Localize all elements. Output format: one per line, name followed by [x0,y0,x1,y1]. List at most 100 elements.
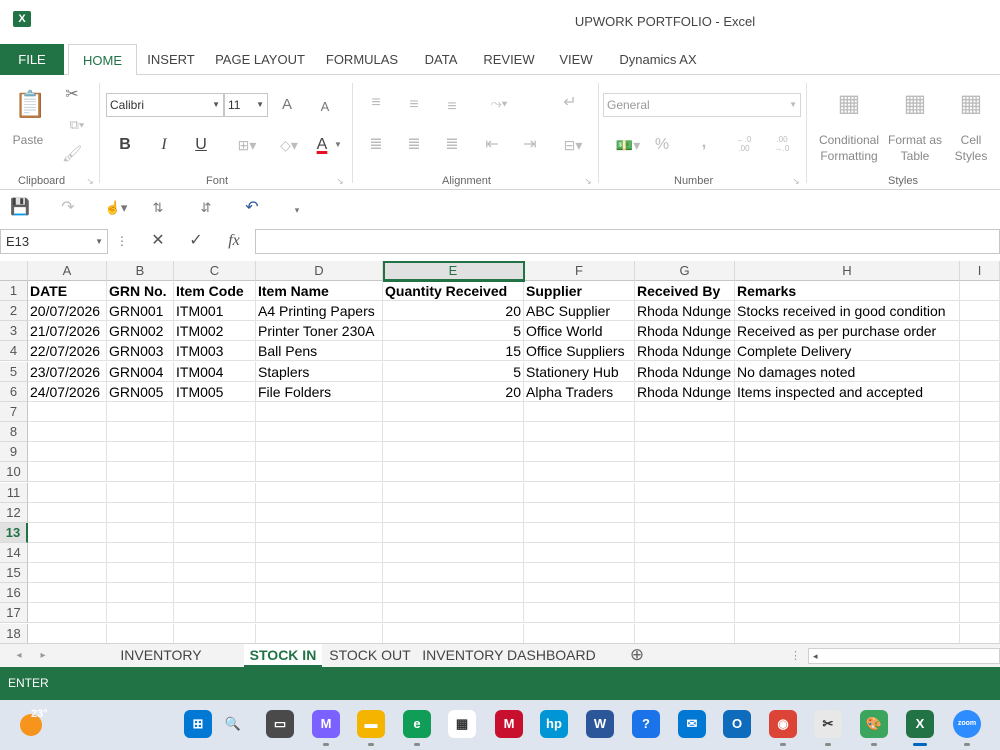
table-cell[interactable]: Rhoda Ndunge [635,382,735,402]
row-header-6[interactable]: 6 [0,382,28,402]
table-cell[interactable] [28,603,107,623]
table-cell[interactable]: A4 Printing Papers [256,301,383,321]
bold-button[interactable]: B [116,135,134,155]
task-view-icon[interactable]: ▭ [266,710,294,738]
table-cell[interactable] [960,281,1000,301]
table-cell[interactable] [960,462,1000,482]
align-left-icon[interactable]: ≣ [366,135,386,155]
table-cell[interactable] [107,603,174,623]
insert-function-button[interactable]: fx [224,231,244,251]
tab-data[interactable]: DATA [416,44,466,75]
table-cell[interactable] [735,422,960,442]
table-cell[interactable] [383,442,524,462]
table-cell[interactable] [174,603,256,623]
table-cell[interactable] [383,583,524,603]
table-cell[interactable] [960,603,1000,623]
row-header-15[interactable]: 15 [0,563,28,583]
row-header-18[interactable]: 18 [0,624,28,643]
m365-copilot-icon[interactable]: M [312,710,340,738]
conditional-formatting-button[interactable]: Conditional Formatting [812,132,886,164]
merge-center-icon[interactable]: ⊟▾ [556,135,590,155]
table-cell[interactable]: GRN002 [107,321,174,341]
table-cell[interactable] [524,523,635,543]
table-cell[interactable] [735,583,960,603]
search-icon[interactable]: 🔍 [219,710,247,738]
row-header-13[interactable]: 13 [0,523,28,543]
table-cell[interactable] [635,462,735,482]
table-cell[interactable] [735,442,960,462]
table-cell[interactable]: 24/07/2026 [28,382,107,402]
row-header-12[interactable]: 12 [0,503,28,523]
table-cell[interactable] [256,483,383,503]
table-cell[interactable]: GRN003 [107,341,174,361]
shrink-font-icon[interactable]: A [316,97,334,117]
format-as-table-button[interactable]: Format as Table [884,132,946,164]
table-cell[interactable]: 23/07/2026 [28,362,107,382]
decrease-decimal-button[interactable]: .00 →.0 [770,135,794,153]
microsoft-store-icon[interactable]: ▦ [448,710,476,738]
table-cell[interactable] [383,402,524,422]
table-cell[interactable] [107,583,174,603]
table-cell[interactable] [960,362,1000,382]
chrome-icon[interactable]: ◉ [769,710,797,738]
table-cell[interactable]: ITM004 [174,362,256,382]
table-cell[interactable]: Staplers [256,362,383,382]
table-cell[interactable]: Ball Pens [256,341,383,361]
table-cell[interactable] [28,624,107,643]
add-sheet-button[interactable]: ⊕ [626,645,648,665]
table-cell[interactable] [635,503,735,523]
table-cell[interactable] [735,402,960,422]
select-all-corner[interactable] [0,261,28,281]
table-cell[interactable]: No damages noted [735,362,960,382]
table-cell[interactable] [256,503,383,523]
file-explorer-icon[interactable]: ▬ [357,710,385,738]
cell-styles-button[interactable]: Cell Styles [946,132,996,164]
table-cell[interactable] [383,543,524,563]
table-cell[interactable]: 20/07/2026 [28,301,107,321]
table-cell[interactable] [174,483,256,503]
redo-icon[interactable]: ↷ [58,198,78,218]
table-cell[interactable]: ITM001 [174,301,256,321]
table-cell[interactable] [960,341,1000,361]
chevron-down-icon[interactable]: ▼ [333,135,343,155]
table-cell[interactable]: Stocks received in good condition [735,301,960,321]
table-cell[interactable] [107,442,174,462]
table-cell[interactable] [28,402,107,422]
table-cell[interactable] [960,402,1000,422]
number-format-select[interactable]: General ▼ [603,93,801,117]
row-header-7[interactable]: 7 [0,402,28,422]
accounting-format-icon[interactable]: 💵▾ [610,135,646,155]
cancel-entry-button[interactable]: ✕ [148,231,168,251]
table-cell[interactable] [256,563,383,583]
table-cell[interactable] [28,543,107,563]
table-cell[interactable]: 20 [383,301,524,321]
fill-color-icon[interactable]: ◇▾ [274,135,304,155]
italic-button[interactable]: I [155,135,173,155]
increase-indent-icon[interactable]: ⇥ [520,135,540,155]
comma-style-button[interactable]: , [694,133,714,153]
tab-insert[interactable]: INSERT [140,44,202,75]
paste-button[interactable]: Paste [8,132,48,148]
table-cell[interactable] [635,583,735,603]
table-cell[interactable] [635,422,735,442]
table-cell[interactable] [28,563,107,583]
table-cell[interactable] [635,402,735,422]
table-cell[interactable] [960,422,1000,442]
spreadsheet-grid[interactable]: A B C D E F G H I 1 DATE GRN No. Item Code Item Name Q… [0,261,1000,643]
cut-icon[interactable]: ✂ [62,85,82,105]
zoom-icon[interactable]: zoom [953,710,981,738]
table-cell[interactable] [107,624,174,643]
font-color-button[interactable]: A [312,135,332,155]
table-cell[interactable]: ITM002 [174,321,256,341]
tab-file[interactable]: FILE [0,44,64,75]
cell-styles-icon[interactable]: ▦ [956,87,986,121]
sort-ascending-icon[interactable]: ⇅ [148,198,168,218]
wrap-text-icon[interactable]: ↵ [560,93,580,113]
table-cell[interactable] [735,462,960,482]
table-cell[interactable] [174,503,256,523]
table-cell[interactable]: GRN005 [107,382,174,402]
word-icon[interactable]: W [586,710,614,738]
row-header-9[interactable]: 9 [0,442,28,462]
table-cell[interactable] [960,321,1000,341]
sheet-tab-stock-in[interactable]: STOCK IN [244,644,322,667]
